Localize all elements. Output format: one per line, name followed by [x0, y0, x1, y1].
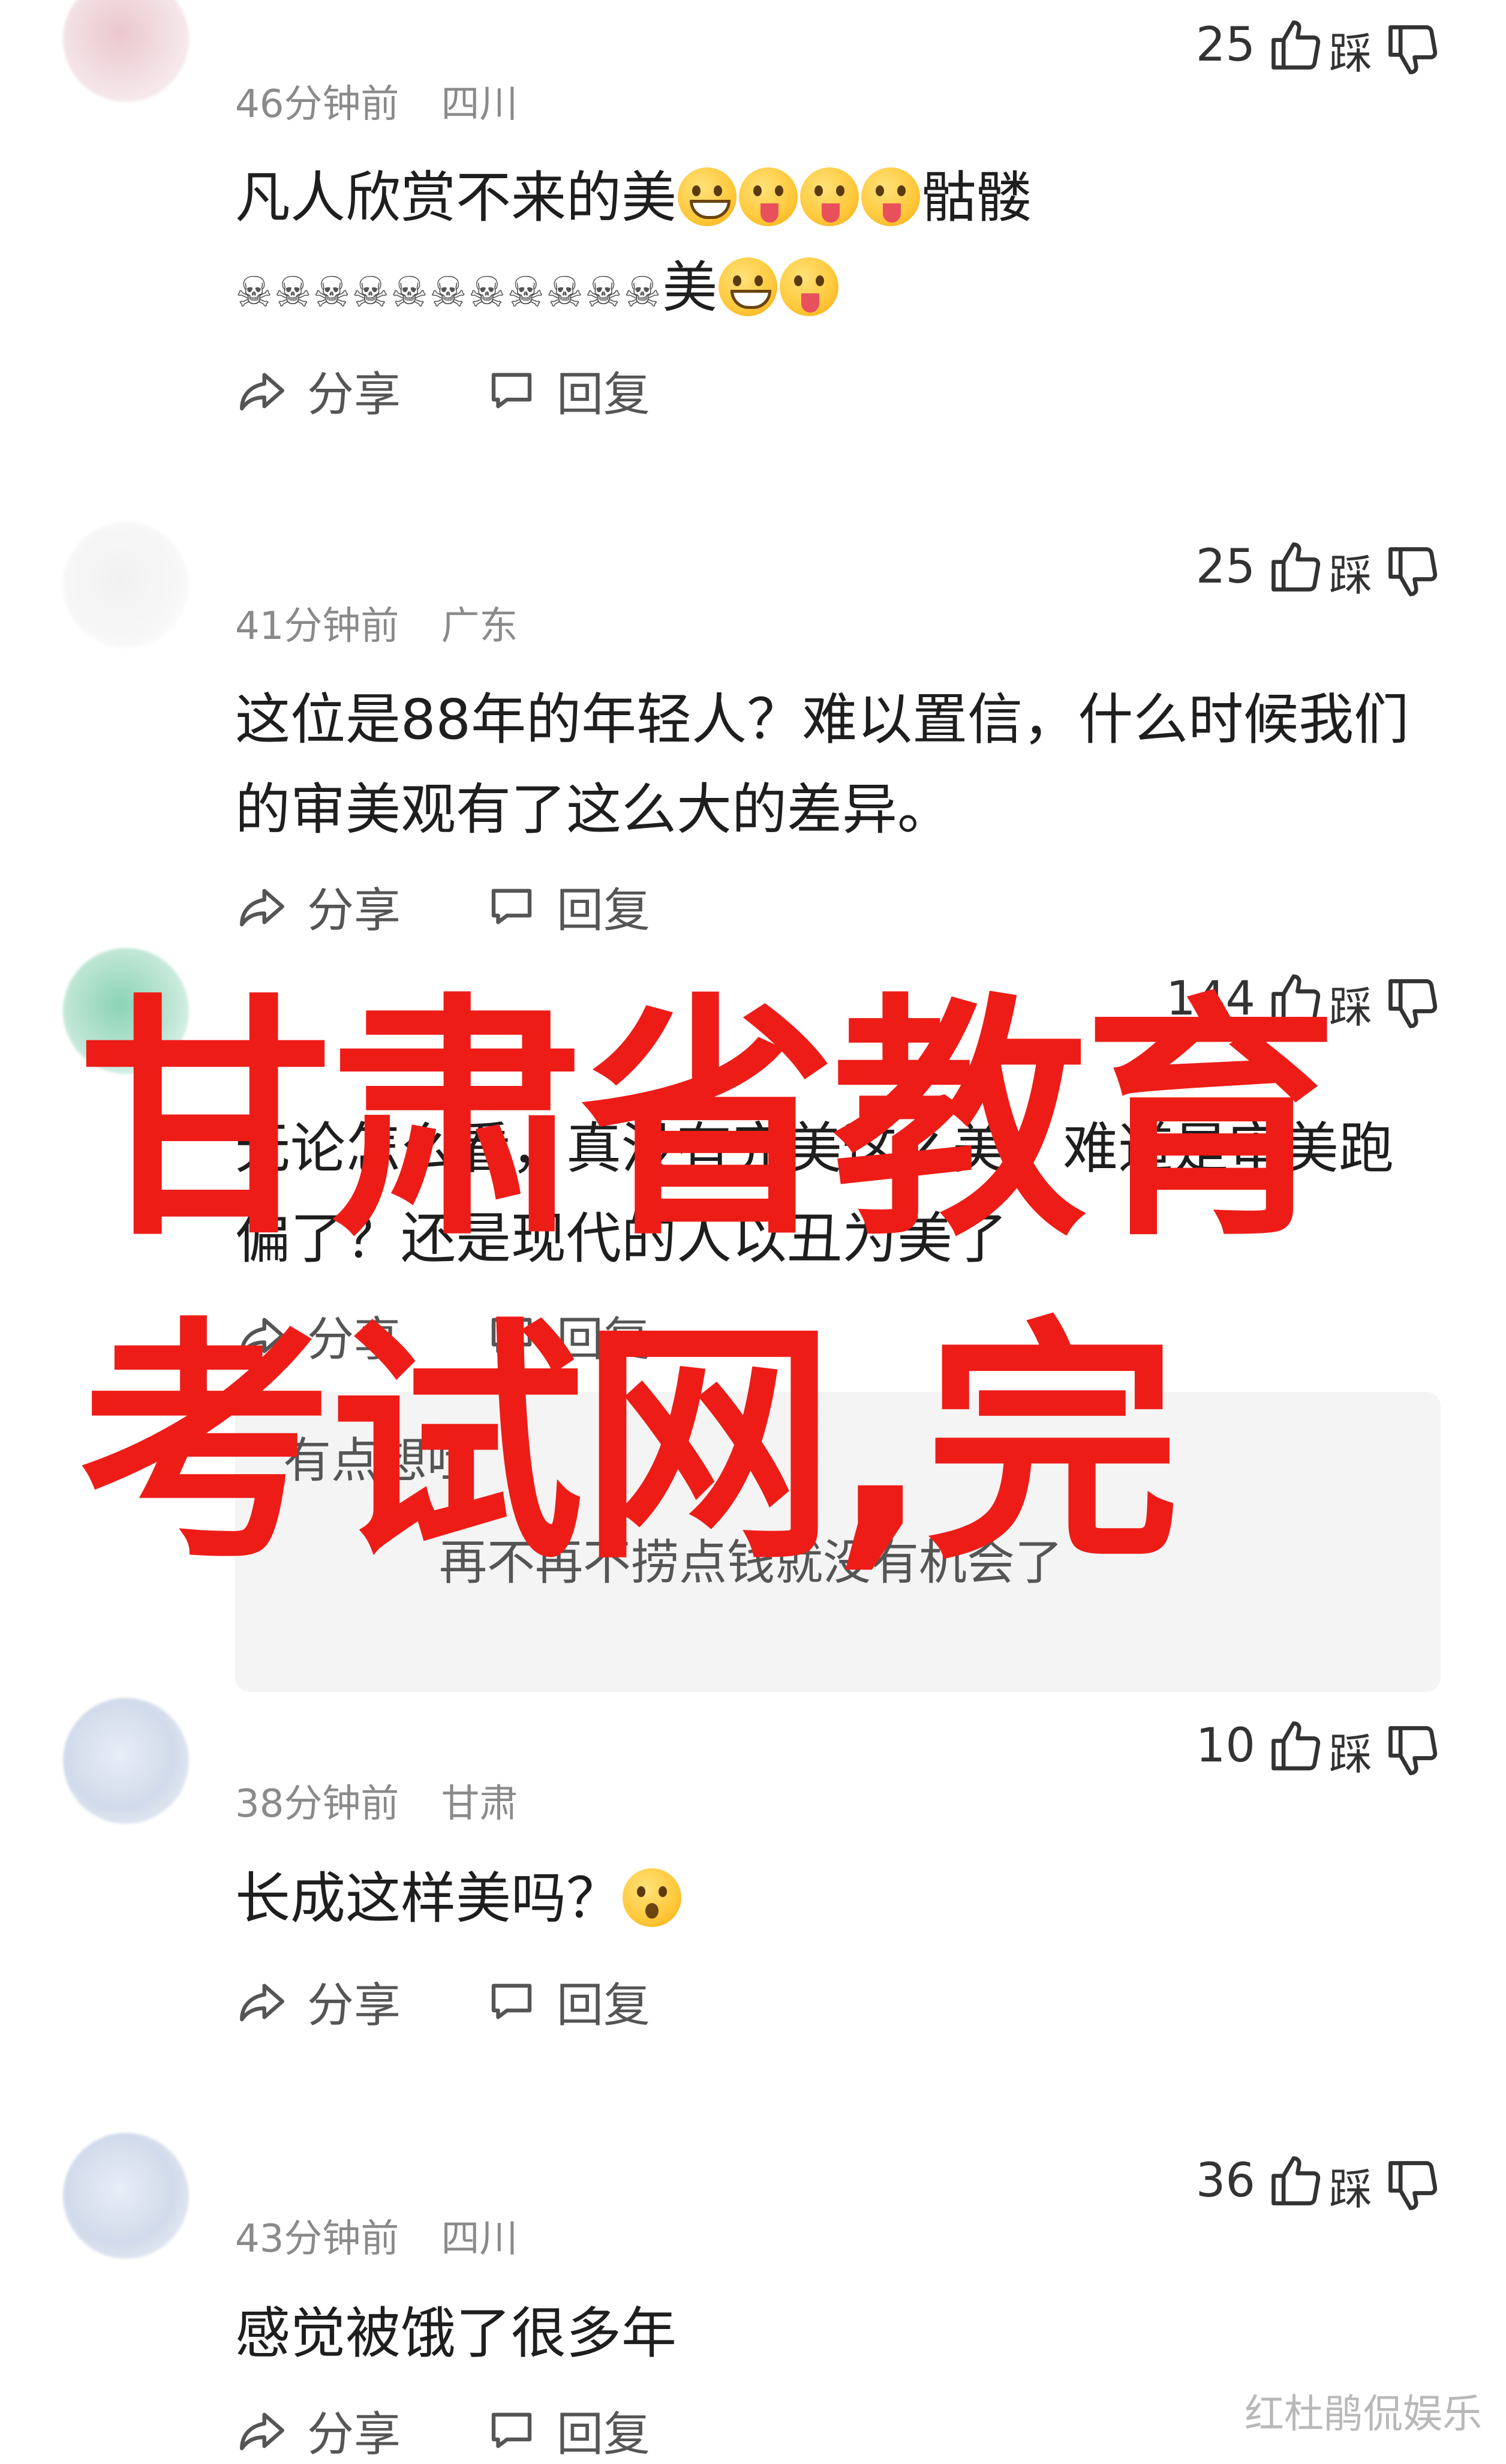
avatar[interactable] [63, 2133, 189, 2259]
tongue-emoji-icon [739, 167, 798, 226]
comment-meta: 38分钟前 甘肃 [235, 1773, 518, 1828]
share-arrow-icon [235, 364, 289, 418]
avatar[interactable] [63, 522, 189, 648]
dislike-button[interactable]: 踩 [1329, 540, 1443, 603]
comment-location: 广东 [441, 604, 518, 649]
thumbs-up-icon [1266, 15, 1326, 75]
comment-location: 甘肃 [441, 1782, 518, 1826]
comment-location: 四川 [441, 82, 518, 127]
comment-time: 41分钟前 [235, 604, 399, 649]
comment-text-line: 长成这样美吗？ [235, 1866, 622, 1931]
share-button[interactable]: 分享 [235, 873, 401, 940]
reply-label: 回复 [557, 884, 651, 938]
overlay-title-line: 考试网,完 [78, 1298, 1180, 1594]
like-count: 10 [1195, 1719, 1255, 1773]
comment-text: 感觉被饿了很多年 [235, 2301, 677, 2366]
avatar[interactable] [63, 1698, 189, 1824]
dislike-label: 踩 [1328, 2164, 1372, 2214]
thumbs-down-icon [1383, 20, 1443, 80]
avatar[interactable] [63, 0, 189, 102]
share-button[interactable]: 分享 [235, 2397, 401, 2464]
dislike-button[interactable]: 踩 [1329, 1719, 1443, 1782]
dislike-label: 踩 [1328, 1729, 1372, 1779]
thumbs-up-icon [1266, 1716, 1326, 1776]
comment-actions: 分享 回复 [235, 2397, 734, 2464]
comment-location: 四川 [441, 2217, 518, 2261]
grinning-emoji-icon [678, 167, 737, 226]
reply-button[interactable]: 回复 [485, 2397, 650, 2464]
skull-crossbones-icon: ☠☠☠☠☠☠☠☠☠☠☠ [235, 268, 663, 317]
comment-time: 46分钟前 [235, 82, 399, 127]
thumbs-down-icon [1383, 1721, 1443, 1781]
comment-text-line: 凡人欣赏不来的美 [235, 166, 677, 230]
share-label: 分享 [307, 2408, 401, 2462]
like-count: 36 [1195, 2154, 1255, 2208]
comment-time: 38分钟前 [235, 1782, 399, 1826]
reply-label: 回复 [557, 368, 651, 422]
dislike-button[interactable]: 踩 [1329, 18, 1443, 81]
reply-label: 回复 [557, 2408, 651, 2462]
astonished-emoji-icon [623, 1868, 682, 1927]
chat-bubble-icon [485, 1974, 539, 2028]
like-button[interactable]: 25 [1196, 15, 1326, 75]
tongue-emoji-icon [861, 167, 921, 226]
share-label: 分享 [307, 884, 401, 938]
share-arrow-icon [235, 2403, 289, 2457]
comment-meta: 43分钟前 四川 [235, 2208, 518, 2263]
tongue-emoji-icon [800, 167, 859, 226]
like-button[interactable]: 10 [1196, 1716, 1326, 1776]
chat-bubble-icon [485, 364, 539, 418]
thumbs-up-icon [1266, 2151, 1326, 2211]
comment-actions: 分享 回复 [235, 873, 734, 940]
thumbs-down-icon [1383, 2156, 1443, 2216]
share-label: 分享 [307, 1979, 401, 2033]
dislike-label: 踩 [1328, 550, 1372, 601]
comment-text: 这位是88年的年轻人？难以置信，什么时候我们的审美观有了这么大的差异。 [235, 688, 1409, 842]
overlay-title-line: 甘肃省教育 [78, 974, 1338, 1270]
share-button[interactable]: 分享 [235, 1968, 401, 2035]
watermark: 红杜鹃侃娱乐 [1245, 2391, 1482, 2437]
like-count: 25 [1195, 540, 1255, 594]
like-button[interactable]: 36 [1196, 2151, 1326, 2211]
reply-button[interactable]: 回复 [485, 357, 650, 424]
share-arrow-icon [235, 880, 289, 934]
share-button[interactable]: 分享 [235, 357, 401, 424]
comment-text: 长成这样美吗？ [235, 1854, 1443, 1944]
comment-text-line: 美 [662, 256, 718, 320]
reply-button[interactable]: 回复 [485, 1968, 650, 2035]
like-button[interactable]: 25 [1196, 537, 1326, 597]
tongue-emoji-icon [780, 257, 839, 316]
comment-actions: 分享 回复 [235, 357, 734, 424]
comment-meta: 41分钟前 广东 [235, 595, 518, 650]
comment-text-line: 骷髅 [921, 166, 1032, 230]
overlay-title: 甘肃省教育 考试网,完 [78, 960, 1457, 1608]
dislike-button[interactable]: 踩 [1329, 2154, 1443, 2217]
share-label: 分享 [307, 368, 401, 422]
comment-meta: 46分钟前 四川 [235, 73, 518, 128]
dislike-label: 踩 [1328, 28, 1372, 79]
reply-button[interactable]: 回复 [485, 873, 650, 940]
like-count: 25 [1195, 18, 1255, 72]
chat-bubble-icon [485, 880, 539, 934]
thumbs-down-icon [1383, 542, 1443, 602]
chat-bubble-icon [485, 2403, 539, 2457]
thumbs-up-icon [1266, 537, 1326, 597]
comment-time: 43分钟前 [235, 2217, 399, 2261]
comment-text: 凡人欣赏不来的美 骷髅 ☠☠☠☠☠☠☠☠☠☠☠美 [235, 153, 1443, 337]
reply-label: 回复 [557, 1979, 651, 2033]
comment-actions: 分享 回复 [235, 1968, 734, 2035]
grinning-emoji-icon [719, 257, 778, 316]
share-arrow-icon [235, 1974, 289, 2028]
